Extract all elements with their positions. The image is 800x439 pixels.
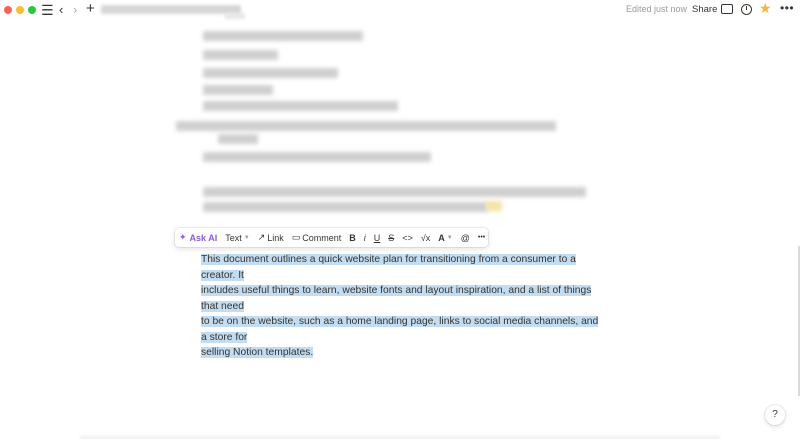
bottom-edge-shadow bbox=[80, 434, 720, 439]
chevron-down-icon: ▼ bbox=[243, 234, 250, 241]
text-color-button[interactable]: A ▼ bbox=[434, 228, 456, 247]
mention-button[interactable]: @ bbox=[457, 228, 474, 247]
chevron-down-icon: ▼ bbox=[446, 234, 453, 241]
blurred-text-line bbox=[203, 31, 363, 41]
more-options-button[interactable]: ••• bbox=[474, 228, 489, 247]
forward-arrow-icon[interactable]: › bbox=[73, 2, 77, 18]
plus-icon[interactable]: + bbox=[86, 1, 95, 17]
window-zoom-button[interactable] bbox=[28, 6, 36, 14]
blurred-text-line bbox=[176, 121, 556, 131]
blurred-text-line bbox=[203, 101, 398, 111]
favorite-star-icon[interactable]: ★ bbox=[759, 0, 772, 17]
comment-icon: ▭ bbox=[291, 232, 301, 242]
edited-status: Edited just now bbox=[626, 4, 688, 14]
blurred-text-line bbox=[203, 50, 278, 60]
share-button[interactable]: Share bbox=[692, 4, 717, 15]
updates-clock-icon[interactable] bbox=[741, 4, 752, 15]
text-color-label: A bbox=[438, 232, 445, 243]
blurred-text-line bbox=[203, 187, 586, 197]
blurred-text-line bbox=[203, 68, 338, 78]
paragraph-line: includes useful things to learn, website… bbox=[201, 285, 592, 312]
blurred-highlight bbox=[486, 201, 502, 211]
paragraph-line: to be on the website, such as a home lan… bbox=[201, 316, 599, 343]
underline-button[interactable]: U bbox=[370, 228, 385, 247]
more-icon[interactable]: ••• bbox=[780, 1, 794, 15]
italic-button[interactable]: i bbox=[360, 228, 370, 247]
blurred-text-line bbox=[203, 202, 488, 212]
bold-button[interactable]: B bbox=[345, 228, 360, 247]
breadcrumb-blur-fragment bbox=[225, 13, 245, 19]
blurred-text-line bbox=[203, 85, 273, 95]
strikethrough-button[interactable]: S bbox=[384, 228, 398, 247]
link-button[interactable]: ↗ Link bbox=[254, 228, 288, 247]
comments-icon[interactable] bbox=[721, 4, 733, 14]
breadcrumb[interactable] bbox=[101, 5, 241, 14]
comment-label: Comment bbox=[302, 232, 342, 243]
link-label: Link bbox=[267, 232, 284, 243]
blurred-text-line bbox=[218, 134, 258, 144]
help-button[interactable]: ? bbox=[765, 405, 785, 425]
text-type-label: Text bbox=[225, 232, 242, 243]
back-arrow-icon[interactable]: ‹ bbox=[59, 2, 63, 18]
link-arrow-icon: ↗ bbox=[257, 232, 266, 242]
ask-ai-button[interactable]: ✦ Ask AI bbox=[175, 228, 221, 247]
top-bar: ☰ ‹ › + Edited just now Share ★ ••• bbox=[0, 0, 800, 20]
formatting-toolbar: ✦ Ask AI Text ▼ ↗ Link ▭ Comment B i U S… bbox=[175, 228, 488, 247]
ask-ai-label: Ask AI bbox=[189, 232, 218, 243]
comment-button[interactable]: ▭ Comment bbox=[288, 228, 346, 247]
selected-paragraph[interactable]: This document outlines a quick website p… bbox=[201, 252, 601, 361]
window-minimize-button[interactable] bbox=[16, 6, 24, 14]
paragraph-line: This document outlines a quick website p… bbox=[201, 254, 576, 281]
inline-code-button[interactable]: <> bbox=[398, 228, 417, 247]
text-type-dropdown[interactable]: Text ▼ bbox=[221, 228, 253, 247]
sidebar-menu-icon[interactable]: ☰ bbox=[41, 2, 54, 18]
paragraph-line: selling Notion templates. bbox=[201, 347, 314, 358]
window-close-button[interactable] bbox=[4, 6, 12, 14]
equation-button[interactable]: √x bbox=[417, 228, 434, 247]
blurred-text-line bbox=[203, 152, 431, 162]
sparkle-icon: ✦ bbox=[179, 232, 187, 242]
